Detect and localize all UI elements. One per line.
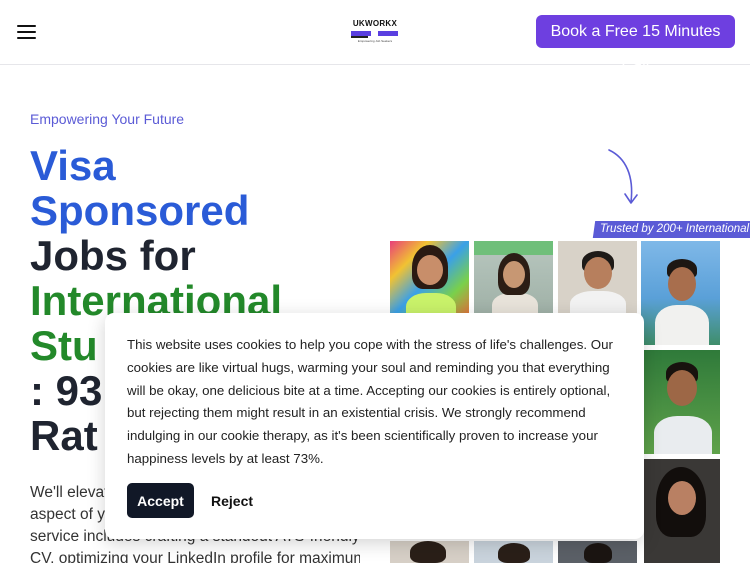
headline-line-1: Visa (30, 142, 116, 189)
cookie-message: This website uses cookies to help you co… (127, 337, 613, 466)
reject-cookies-button[interactable]: Reject (211, 483, 255, 518)
logo-title: UKWORKX (352, 19, 398, 28)
hero-eyebrow: Empowering Your Future (30, 111, 185, 127)
student-photo (644, 350, 720, 454)
headline-line-2: Sponsored (30, 187, 250, 234)
site-header: UKWORKX Empowering Job Seekers Book a Fr… (0, 0, 750, 73)
student-photo (558, 541, 637, 563)
student-photo (644, 459, 720, 563)
cookie-consent-dialog: This website uses cookies to help you co… (105, 313, 644, 539)
accept-cookies-button[interactable]: Accept (127, 483, 194, 518)
student-photo (390, 541, 469, 563)
trusted-badge: Trusted by 200+ International S (592, 221, 750, 238)
student-photo (474, 241, 553, 317)
student-photo (390, 241, 469, 317)
headline-line-3: Jobs for (30, 232, 196, 279)
curved-arrow-down-icon (608, 149, 638, 204)
description-line-4: CV, optimizing your LinkedIn profile for… (30, 550, 360, 563)
site-logo[interactable]: UKWORKX Empowering Job Seekers (348, 19, 402, 47)
student-photo (558, 241, 637, 317)
student-photo (474, 541, 553, 563)
book-call-button[interactable]: Book a Free 15 Minutes Call (536, 15, 735, 73)
trusted-badge-text: Trusted by 200+ International S (600, 223, 750, 235)
logo-tagline: Empowering Job Seekers (357, 39, 393, 43)
hamburger-menu-icon[interactable] (17, 24, 37, 40)
student-photo (641, 241, 720, 345)
